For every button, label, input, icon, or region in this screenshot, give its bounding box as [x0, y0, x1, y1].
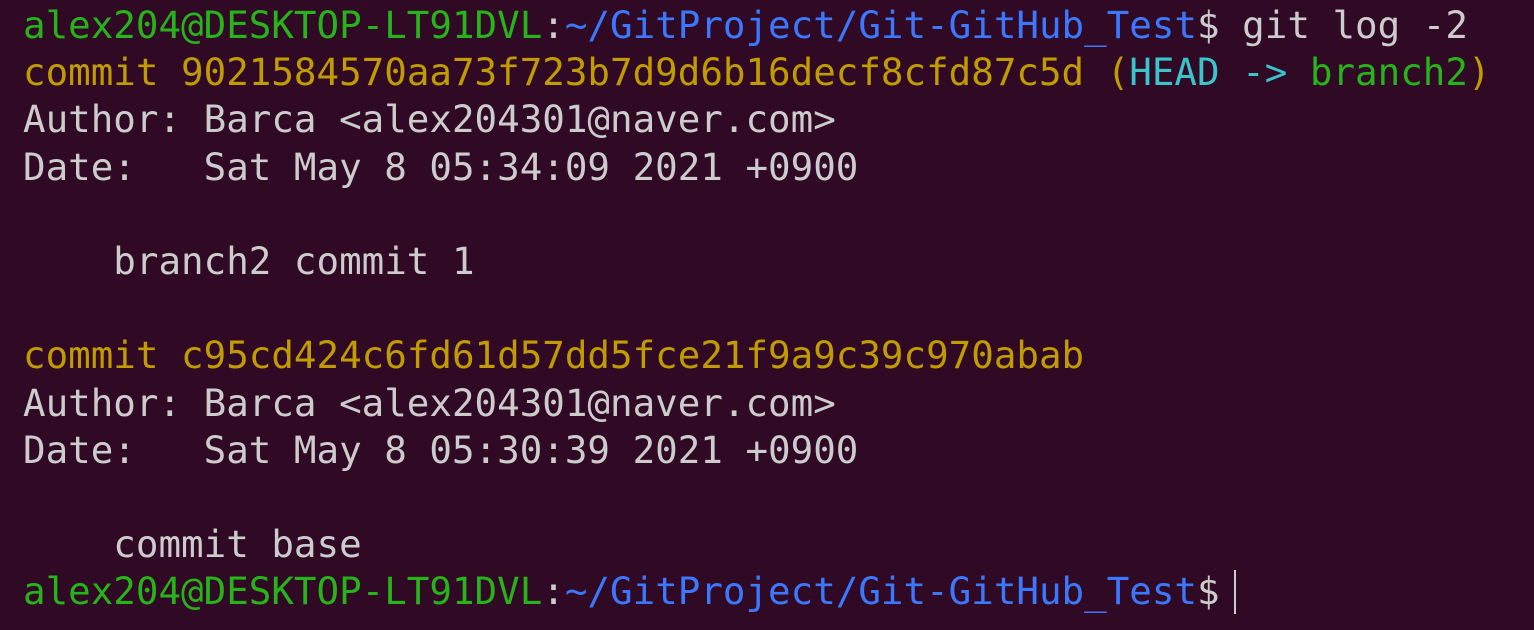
- prompt-separator: :: [542, 569, 565, 614]
- terminal-output: alex204@DESKTOP-LT91DVL:~/GitProject/Git…: [23, 2, 1491, 615]
- prompt-user-host: alex204@DESKTOP-LT91DVL: [23, 3, 543, 47]
- prompt-path: ~/GitProject/Git-GitHub_Test: [564, 569, 1198, 614]
- ref-close-paren: ): [1467, 50, 1491, 95]
- commit-author: Author: Barca <alex204301@naver.com>: [23, 97, 836, 142]
- commit-date: Date: Sat May 8 05:34:09 2021 +0900: [23, 144, 859, 189]
- ref-open-paren: (: [1084, 50, 1130, 95]
- commit-date: Date: Sat May 8 05:30:39 2021 +0900: [23, 427, 859, 472]
- prompt-separator: :: [542, 3, 565, 47]
- commit-header: commit c95cd424c6fd61d57dd5fce21f9a9c39c…: [23, 332, 1491, 379]
- commit-message: commit base: [23, 522, 362, 567]
- text-cursor[interactable]: [1233, 570, 1236, 615]
- commit-hash: c95cd424c6fd61d57dd5fce21f9a9c39c970abab: [181, 333, 1085, 378]
- ref-arrow: ->: [1219, 50, 1310, 95]
- commit-header: commit 9021584570aa73f723b7d9d6b16decf8c…: [23, 49, 1491, 96]
- prompt-user-host: alex204@DESKTOP-LT91DVL: [23, 569, 543, 614]
- commit-author: Author: Barca <alex204301@naver.com>: [23, 380, 836, 425]
- prompt-line-1: alex204@DESKTOP-LT91DVL:~/GitProject/Git…: [23, 2, 1491, 49]
- prompt-symbol: $: [1197, 569, 1220, 614]
- command-text: git log -2: [1219, 3, 1468, 47]
- terminal-window[interactable]: alex204@DESKTOP-LT91DVL:~/GitProject/Git…: [0, 0, 1534, 630]
- ref-head: HEAD: [1129, 50, 1220, 95]
- prompt-symbol: $: [1197, 3, 1220, 47]
- commit-message: branch2 commit 1: [23, 238, 475, 283]
- commit-keyword: commit: [23, 333, 182, 378]
- ref-branch: branch2: [1309, 50, 1468, 95]
- prompt-line-2[interactable]: alex204@DESKTOP-LT91DVL:~/GitProject/Git…: [23, 568, 1491, 615]
- commit-keyword: commit: [23, 50, 182, 95]
- prompt-path: ~/GitProject/Git-GitHub_Test: [564, 3, 1198, 47]
- commit-hash: 9021584570aa73f723b7d9d6b16decf8cfd87c5d: [181, 50, 1085, 95]
